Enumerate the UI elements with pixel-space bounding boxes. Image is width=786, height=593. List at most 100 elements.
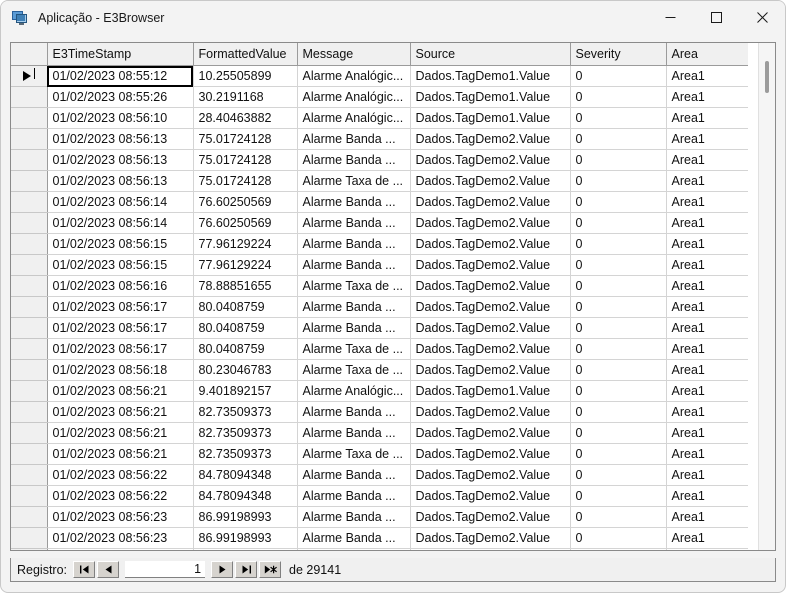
previous-record-icon[interactable] [97,561,119,578]
row-selector-cell[interactable] [11,318,47,339]
row-selector-cell[interactable] [11,360,47,381]
cell-severity[interactable]: 0 [570,339,666,360]
cell-message[interactable]: Alarme Banda ... [297,129,410,150]
table-row[interactable]: 01/02/2023 08:55:2630.2191168Alarme Anal… [11,87,751,108]
cell-message[interactable]: Alarme Banda ... [297,150,410,171]
cell-timestamp[interactable]: 01/02/2023 08:56:21 [47,402,193,423]
cell-area[interactable]: Area1 [666,234,751,255]
row-selector-cell[interactable] [11,465,47,486]
column-header-area[interactable]: Area [666,43,751,66]
cell-formattedvalue[interactable]: 80.0408759 [193,318,297,339]
cell-formattedvalue[interactable]: 76.60250569 [193,213,297,234]
cell-severity[interactable]: 0 [570,444,666,465]
row-selector-cell[interactable] [11,66,47,87]
table-row[interactable]: 01/02/2023 08:56:2284.78094348Alarme Ban… [11,486,751,507]
cell-severity[interactable]: 0 [570,255,666,276]
cell-area[interactable]: Area1 [666,423,751,444]
cell-message[interactable]: Alarme Banda ... [297,549,410,551]
cell-source[interactable]: Dados.TagDemo2.Value [410,318,570,339]
cell-severity[interactable]: 0 [570,465,666,486]
cell-formattedvalue[interactable]: 82.73509373 [193,423,297,444]
cell-area[interactable]: Area1 [666,108,751,129]
cell-area[interactable]: Area1 [666,171,751,192]
table-row[interactable]: 01/02/2023 08:56:1780.0408759Alarme Band… [11,318,751,339]
data-grid-scroll-area[interactable]: E3TimeStamp FormattedValue Message Sourc… [11,43,775,550]
last-record-icon[interactable] [235,561,257,578]
table-row[interactable]: 01/02/2023 08:56:219.401892157Alarme Ana… [11,381,751,402]
cell-message[interactable]: Alarme Taxa de ... [297,276,410,297]
maximize-button[interactable] [693,1,739,34]
cell-area[interactable]: Area1 [666,528,751,549]
current-record-input[interactable] [125,561,205,578]
column-header-source[interactable]: Source [410,43,570,66]
cell-timestamp[interactable]: 01/02/2023 08:56:14 [47,213,193,234]
cell-timestamp[interactable]: 01/02/2023 08:56:18 [47,360,193,381]
cell-source[interactable]: Dados.TagDemo2.Value [410,549,570,551]
table-row[interactable]: 01/02/2023 08:56:2182.73509373Alarme Ban… [11,402,751,423]
cell-severity[interactable]: 0 [570,276,666,297]
cell-timestamp[interactable]: 01/02/2023 08:55:12 [47,66,193,87]
cell-source[interactable]: Dados.TagDemo2.Value [410,465,570,486]
cell-severity[interactable]: 0 [570,129,666,150]
row-selector-cell[interactable] [11,108,47,129]
cell-severity[interactable]: 0 [570,549,666,551]
cell-source[interactable]: Dados.TagDemo2.Value [410,234,570,255]
cell-timestamp[interactable]: 01/02/2023 08:56:10 [47,108,193,129]
table-row[interactable]: 01/02/2023 08:56:1476.60250569Alarme Ban… [11,192,751,213]
cell-message[interactable]: Alarme Analógic... [297,66,410,87]
cell-area[interactable]: Area1 [666,549,751,551]
table-row[interactable]: 01/02/2023 08:56:2182.73509373Alarme Tax… [11,444,751,465]
table-row[interactable]: 01/02/2023 08:56:1577.96129224Alarme Ban… [11,234,751,255]
row-selector-cell[interactable] [11,486,47,507]
row-selector-cell[interactable] [11,150,47,171]
cell-message[interactable]: Alarme Banda ... [297,297,410,318]
cell-area[interactable]: Area1 [666,297,751,318]
row-selector-cell[interactable] [11,549,47,551]
column-header-message[interactable]: Message [297,43,410,66]
cell-formattedvalue[interactable]: 80.0408759 [193,339,297,360]
cell-source[interactable]: Dados.TagDemo1.Value [410,381,570,402]
cell-message[interactable]: Alarme Analógic... [297,381,410,402]
cell-severity[interactable]: 0 [570,297,666,318]
cell-severity[interactable]: 0 [570,381,666,402]
cell-area[interactable]: Area1 [666,465,751,486]
cell-timestamp[interactable]: 01/02/2023 08:56:13 [47,150,193,171]
row-selector-cell[interactable] [11,444,47,465]
cell-message[interactable]: Alarme Banda ... [297,465,410,486]
cell-severity[interactable]: 0 [570,402,666,423]
cell-area[interactable]: Area1 [666,87,751,108]
cell-source[interactable]: Dados.TagDemo2.Value [410,486,570,507]
cell-source[interactable]: Dados.TagDemo2.Value [410,192,570,213]
cell-message[interactable]: Alarme Taxa de ... [297,444,410,465]
cell-severity[interactable]: 0 [570,318,666,339]
cell-timestamp[interactable]: 01/02/2023 08:56:13 [47,171,193,192]
row-selector-cell[interactable] [11,423,47,444]
cell-source[interactable]: Dados.TagDemo2.Value [410,402,570,423]
row-selector-cell[interactable] [11,339,47,360]
table-row[interactable]: 01/02/2023 08:56:1028.40463882Alarme Ana… [11,108,751,129]
cell-formattedvalue[interactable]: 77.96129224 [193,234,297,255]
cell-area[interactable]: Area1 [666,360,751,381]
cell-message[interactable]: Alarme Banda ... [297,213,410,234]
row-selector-cell[interactable] [11,87,47,108]
cell-source[interactable]: Dados.TagDemo2.Value [410,297,570,318]
cell-formattedvalue[interactable]: 75.01724128 [193,150,297,171]
table-row[interactable]: 01/02/2023 08:56:1880.23046783Alarme Tax… [11,360,751,381]
first-record-icon[interactable] [73,561,95,578]
cell-severity[interactable]: 0 [570,213,666,234]
cell-area[interactable]: Area1 [666,276,751,297]
cell-formattedvalue[interactable]: 88.36106122 [193,549,297,551]
row-selector-cell[interactable] [11,402,47,423]
cell-formattedvalue[interactable]: 75.01724128 [193,129,297,150]
cell-timestamp[interactable]: 01/02/2023 08:56:23 [47,528,193,549]
cell-formattedvalue[interactable]: 9.401892157 [193,381,297,402]
vertical-scrollbar[interactable] [758,43,775,550]
row-selector-cell[interactable] [11,192,47,213]
cell-timestamp[interactable]: 01/02/2023 08:56:21 [47,423,193,444]
cell-message[interactable]: Alarme Banda ... [297,507,410,528]
cell-area[interactable]: Area1 [666,255,751,276]
vertical-scrollbar-thumb[interactable] [765,61,769,93]
cell-area[interactable]: Area1 [666,129,751,150]
cell-formattedvalue[interactable]: 30.2191168 [193,87,297,108]
cell-timestamp[interactable]: 01/02/2023 08:56:17 [47,297,193,318]
